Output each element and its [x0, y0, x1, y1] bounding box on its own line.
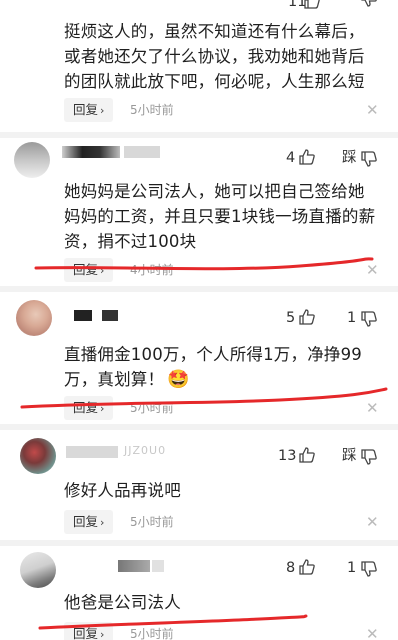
dislike-label: 踩 [342, 448, 357, 464]
comment-time: 5小时前 [130, 401, 174, 415]
like-count: 4 [286, 150, 296, 166]
thumb-down-icon[interactable] [360, 448, 378, 466]
dislike-count: 1 [347, 310, 357, 326]
comment-time: 5小时前 [130, 103, 174, 117]
username-redacted[interactable] [62, 146, 120, 158]
reply-label: 回复 [73, 400, 99, 415]
thumb-down-icon[interactable] [360, 560, 378, 578]
comment-text: 挺烦这人的，虽然不知道还有什么幕后，或者她还欠了什么协议，我劝她和她背后的团队就… [64, 22, 365, 91]
avatar[interactable] [16, 300, 52, 336]
username-redacted[interactable] [74, 310, 92, 321]
star-struck-emoji: 🤩 [167, 369, 190, 390]
avatar[interactable] [14, 142, 50, 178]
chevron-right-icon: › [100, 264, 105, 277]
close-icon[interactable]: ✕ [366, 510, 379, 534]
username-fragment: JJZ0U0 [124, 444, 167, 457]
username-redacted[interactable] [118, 560, 150, 572]
username-redacted [102, 310, 118, 321]
comment-time: 5小时前 [130, 627, 174, 640]
chevron-right-icon: › [100, 402, 105, 415]
comment-card: 11 挺烦这人的，虽然不知道还有什么幕后，或者她还欠了什么协议，我劝她和她背后的… [0, 0, 398, 130]
thumb-up-icon[interactable] [298, 308, 316, 326]
reply-label: 回复 [73, 262, 99, 277]
close-icon[interactable]: ✕ [366, 396, 379, 420]
comment-text-body: 直播佣金100万，个人所得1万，净挣99万，真划算！ [64, 345, 362, 389]
thumb-down-icon[interactable] [360, 150, 378, 168]
dislike-label: 踩 [342, 150, 357, 166]
thumb-down-icon[interactable] [360, 0, 378, 8]
reply-label: 回复 [73, 626, 99, 640]
reply-label: 回复 [73, 514, 99, 529]
dislike-count: 1 [347, 560, 357, 576]
thumb-up-icon[interactable] [298, 446, 316, 464]
comment-time: 5小时前 [130, 515, 174, 529]
comment-card: JJZ0U0 13 踩 修好人品再说吧 回复 › 5小时前 ✕ [0, 430, 398, 542]
like-count: 5 [286, 310, 296, 326]
comment-text: 修好人品再说吧 [64, 481, 181, 500]
chevron-right-icon: › [100, 516, 105, 529]
reply-button[interactable]: 回复 › [64, 258, 114, 282]
username-redacted [152, 560, 164, 572]
close-icon[interactable]: ✕ [366, 258, 379, 282]
username-redacted [124, 146, 160, 158]
thumb-down-icon[interactable] [360, 310, 378, 328]
reply-button[interactable]: 回复 › [64, 510, 114, 534]
reply-button[interactable]: 回复 › [64, 622, 114, 640]
comment-card: 8 1 他爸是公司法人 回复 › 5小时前 ✕ [0, 546, 398, 640]
reply-label: 回复 [73, 102, 99, 117]
comment-text: 她妈妈是公司法人，她可以把自己签给她妈妈的工资，并且只要1块钱一场直播的薪资，捐… [64, 182, 376, 251]
avatar[interactable] [20, 552, 56, 588]
comment-card: 5 1 直播佣金100万，个人所得1万，净挣99万，真划算！ 🤩 回复 › 5小时前… [0, 292, 398, 422]
reply-button[interactable]: 回复 › [64, 396, 114, 420]
comment-text: 他爸是公司法人 [64, 593, 181, 612]
thumb-up-icon[interactable] [298, 558, 316, 576]
close-icon[interactable]: ✕ [366, 622, 379, 640]
like-count: 13 [278, 448, 297, 464]
chevron-right-icon: › [100, 628, 105, 640]
thumb-up-icon[interactable] [303, 0, 321, 10]
thumb-up-icon[interactable] [298, 148, 316, 166]
comment-card: 4 踩 她妈妈是公司法人，她可以把自己签给她妈妈的工资，并且只要1块钱一场直播的… [0, 138, 398, 288]
chevron-right-icon: › [100, 104, 105, 117]
comment-time: 4小时前 [130, 263, 174, 277]
avatar[interactable] [20, 438, 56, 474]
comment-text: 直播佣金100万，个人所得1万，净挣99万，真划算！ 🤩 [64, 342, 380, 392]
like-count: 8 [286, 560, 296, 576]
username-redacted[interactable] [66, 446, 118, 458]
reply-button[interactable]: 回复 › [64, 98, 114, 122]
close-icon[interactable]: ✕ [366, 98, 379, 122]
